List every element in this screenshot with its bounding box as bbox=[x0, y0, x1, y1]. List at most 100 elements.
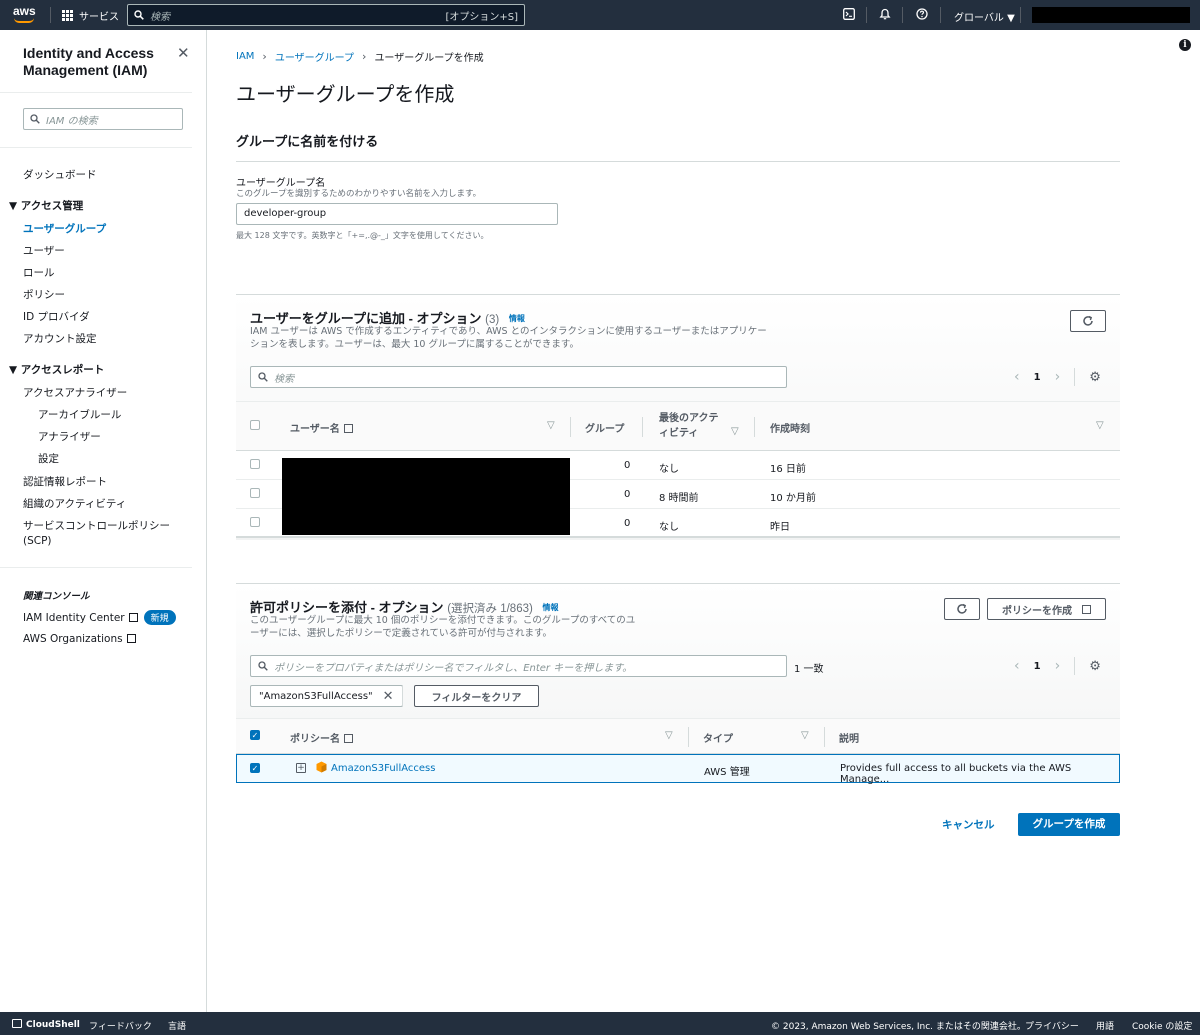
refresh-icon bbox=[1083, 315, 1093, 326]
gear-icon[interactable]: ⚙ bbox=[1089, 659, 1101, 674]
sidebar-item-roles[interactable]: ロール bbox=[23, 265, 55, 280]
sidebar-item-user-groups[interactable]: ユーザーグループ bbox=[23, 221, 106, 236]
col-username[interactable]: ユーザー名 bbox=[290, 420, 353, 435]
global-search-input[interactable]: 検索 [オプション+S] bbox=[127, 4, 525, 26]
sort-icon[interactable]: ▽ bbox=[547, 420, 555, 431]
chevron-right-icon[interactable]: › bbox=[1055, 658, 1061, 674]
user-search-input[interactable]: 検索 bbox=[250, 366, 787, 388]
account-menu-redacted[interactable] bbox=[1032, 7, 1190, 23]
row-checkbox[interactable] bbox=[250, 459, 260, 469]
sidebar-item-analyzer-settings[interactable]: 設定 bbox=[38, 451, 59, 466]
sort-icon[interactable]: ▽ bbox=[665, 730, 673, 741]
help-icon[interactable] bbox=[915, 8, 929, 22]
services-menu-button[interactable]: サービス bbox=[62, 8, 119, 23]
select-all-checkbox[interactable] bbox=[250, 420, 260, 430]
info-link[interactable]: 情報 bbox=[509, 314, 525, 323]
close-icon[interactable]: ✕ bbox=[177, 44, 190, 62]
divider bbox=[1020, 7, 1021, 23]
col-label: ポリシー名 bbox=[290, 734, 340, 745]
select-all-checkbox[interactable]: ✓ bbox=[250, 730, 260, 740]
section-label: アクセス管理 bbox=[20, 200, 84, 212]
language-link[interactable]: 言語 bbox=[168, 1019, 186, 1032]
col-groups[interactable]: グループ bbox=[585, 420, 624, 435]
sidebar-item-identity-providers[interactable]: ID プロバイダ bbox=[23, 309, 90, 324]
attach-policies-description: このユーザーグループに最大 10 個のポリシーを添付できます。このグループのすべ… bbox=[250, 614, 635, 640]
link-iam-identity-center[interactable]: IAM Identity Center 新規 bbox=[23, 610, 176, 625]
cloudshell-icon[interactable] bbox=[842, 8, 856, 22]
sidebar-section-access-reports[interactable]: ▼ アクセスレポート bbox=[9, 362, 104, 377]
sidebar-item-access-analyzer[interactable]: アクセスアナライザー bbox=[23, 385, 127, 400]
sidebar-section-access-management[interactable]: ▼ アクセス管理 bbox=[9, 198, 83, 213]
col-created[interactable]: 作成時刻 bbox=[770, 420, 810, 435]
sidebar-item-scp-suffix[interactable]: (SCP) bbox=[23, 535, 52, 547]
privacy-link[interactable]: プライバシー bbox=[1025, 1019, 1079, 1032]
cell-last-activity: なし bbox=[659, 522, 679, 533]
link-aws-organizations[interactable]: AWS Organizations bbox=[23, 633, 136, 645]
sidebar-item-policies[interactable]: ポリシー bbox=[23, 287, 65, 302]
sidebar-item-users[interactable]: ユーザー bbox=[23, 243, 65, 258]
search-shortcut: [オプション+S] bbox=[445, 11, 518, 23]
sidebar-item-account-settings[interactable]: アカウント設定 bbox=[23, 331, 97, 346]
sidebar-item-analyzers[interactable]: アナライザー bbox=[38, 429, 101, 444]
sort-icon[interactable]: ▽ bbox=[801, 730, 809, 741]
refresh-policies-button[interactable] bbox=[944, 598, 980, 620]
cookie-settings-link[interactable]: Cookie の設定 bbox=[1132, 1019, 1192, 1032]
breadcrumb-user-groups[interactable]: ユーザーグループ bbox=[275, 49, 354, 64]
breadcrumb-iam[interactable]: IAM bbox=[236, 51, 254, 62]
sidebar-search-input[interactable]: IAM の検索 bbox=[23, 108, 183, 130]
refresh-users-button[interactable] bbox=[1070, 310, 1106, 332]
external-link-icon bbox=[1082, 604, 1091, 614]
col-description[interactable]: 説明 bbox=[839, 730, 859, 745]
divider bbox=[902, 7, 903, 23]
chevron-left-icon[interactable]: ‹ bbox=[1014, 369, 1020, 385]
sidebar-item-org-activity[interactable]: 組織のアクティビティ bbox=[23, 496, 126, 511]
region-selector[interactable]: グローバル ▼ bbox=[954, 9, 1015, 24]
sidebar-item-credential-report[interactable]: 認証情報レポート bbox=[23, 474, 107, 489]
group-name-hint: 最大 128 文字です。英数字と「+=,.@-_」文字を使用してください。 bbox=[236, 231, 489, 240]
col-policy-name[interactable]: ポリシー名 bbox=[290, 730, 353, 745]
copyright-text: © 2023, Amazon Web Services, Inc. またはその関… bbox=[771, 1022, 1026, 1032]
info-panel-icon[interactable]: i bbox=[1179, 39, 1191, 51]
chevron-left-icon[interactable]: ‹ bbox=[1014, 658, 1020, 674]
col-last-activity[interactable]: 最後のアクテ ィビティ bbox=[659, 411, 719, 441]
gear-icon[interactable]: ⚙ bbox=[1089, 370, 1101, 385]
sidebar-item-archive-rules[interactable]: アーカイブルール bbox=[38, 407, 121, 422]
feedback-link[interactable]: フィードバック bbox=[89, 1019, 152, 1032]
sidebar-item-dashboard[interactable]: ダッシュボード bbox=[23, 167, 97, 182]
row-checkbox[interactable]: ✓ bbox=[250, 763, 260, 773]
close-icon[interactable]: ✕ bbox=[383, 689, 394, 704]
row-checkbox[interactable] bbox=[250, 517, 260, 527]
expand-icon[interactable]: + bbox=[296, 763, 306, 773]
chevron-right-icon[interactable]: › bbox=[1055, 369, 1061, 385]
cell-groups: 0 bbox=[624, 489, 631, 500]
new-badge: 新規 bbox=[143, 610, 176, 625]
external-link-icon bbox=[343, 424, 353, 433]
clear-filters-button[interactable]: フィルターをクリア bbox=[414, 685, 539, 707]
cell-last-activity: 8 時間前 bbox=[659, 493, 699, 504]
sidebar-item-scp[interactable]: サービスコントロールポリシー bbox=[23, 518, 170, 533]
add-users-description: IAM ユーザーは AWS で作成するエンティティであり、AWS とのインタラク… bbox=[250, 325, 767, 351]
info-link[interactable]: 情報 bbox=[542, 603, 558, 612]
policy-search-input[interactable]: ポリシーをプロパティまたはポリシー名でフィルタし、Enter キーを押します。 bbox=[250, 655, 787, 677]
cloudshell-link[interactable]: CloudShell bbox=[12, 1019, 80, 1030]
aws-logo[interactable]: aws bbox=[12, 4, 38, 26]
page-number[interactable]: 1 bbox=[1034, 372, 1041, 383]
desc-line: ションを表します。ユーザーは、最大 10 グループに属することができます。 bbox=[250, 339, 579, 350]
cancel-button[interactable]: キャンセル bbox=[942, 817, 995, 832]
policies-pagination: ‹ 1 › ⚙ bbox=[1014, 657, 1101, 675]
row-checkbox[interactable] bbox=[250, 488, 260, 498]
page-number[interactable]: 1 bbox=[1034, 661, 1041, 672]
group-name-input[interactable]: developer-group bbox=[236, 203, 558, 225]
cloudshell-icon bbox=[12, 1019, 22, 1028]
bell-icon[interactable] bbox=[878, 8, 892, 22]
col-label: ユーザー名 bbox=[290, 424, 340, 435]
terms-link[interactable]: 用語 bbox=[1096, 1019, 1114, 1032]
table-row[interactable]: ✓ + AmazonS3FullAccess AWS 管理 Provides f… bbox=[236, 754, 1120, 785]
sort-icon[interactable]: ▽ bbox=[1096, 420, 1104, 431]
page-title: ユーザーグループを作成 bbox=[236, 84, 455, 106]
sort-icon[interactable]: ▽ bbox=[731, 426, 739, 437]
create-group-button[interactable]: グループを作成 bbox=[1018, 813, 1120, 836]
policy-name-link[interactable]: AmazonS3FullAccess bbox=[331, 763, 435, 774]
col-type[interactable]: タイプ bbox=[703, 730, 733, 745]
create-policy-button[interactable]: ポリシーを作成 bbox=[987, 598, 1106, 620]
